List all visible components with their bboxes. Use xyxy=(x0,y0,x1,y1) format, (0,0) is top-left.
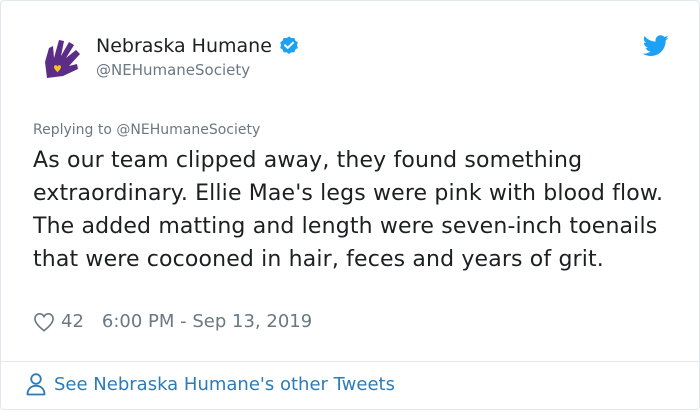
tweet-header: Nebraska Humane @NEHumaneSociety xyxy=(39,33,679,85)
replying-to-mention[interactable]: @NEHumaneSociety xyxy=(116,122,260,138)
see-other-tweets-label[interactable]: See Nebraska Humane's other Tweets xyxy=(54,374,395,395)
author-display-name[interactable]: Nebraska Humane xyxy=(96,35,272,57)
author-name[interactable]: Nebraska Humane xyxy=(96,35,300,57)
tweet-text: As our team clipped away, they found som… xyxy=(33,148,664,272)
tweet-meta: 42 6:00 PM - Sep 13, 2019 xyxy=(33,311,312,332)
twitter-bird-icon[interactable] xyxy=(643,35,669,57)
replying-to: Replying to @NEHumaneSociety xyxy=(33,122,260,138)
replying-to-label: Replying to xyxy=(33,122,112,138)
verified-badge-icon xyxy=(280,36,298,54)
heart-icon[interactable] xyxy=(33,312,55,332)
footer-divider xyxy=(1,361,699,362)
like-count[interactable]: 42 xyxy=(61,311,84,332)
person-icon xyxy=(26,373,46,396)
see-other-tweets-link[interactable]: See Nebraska Humane's other Tweets xyxy=(25,372,395,396)
tweet-timestamp[interactable]: 6:00 PM - Sep 13, 2019 xyxy=(102,311,312,332)
tweet-card: Nebraska Humane @NEHumaneSociety Replyin… xyxy=(0,0,700,410)
author-handle[interactable]: @NEHumaneSociety xyxy=(96,61,250,79)
nebraska-humane-logo-icon[interactable] xyxy=(39,36,83,80)
